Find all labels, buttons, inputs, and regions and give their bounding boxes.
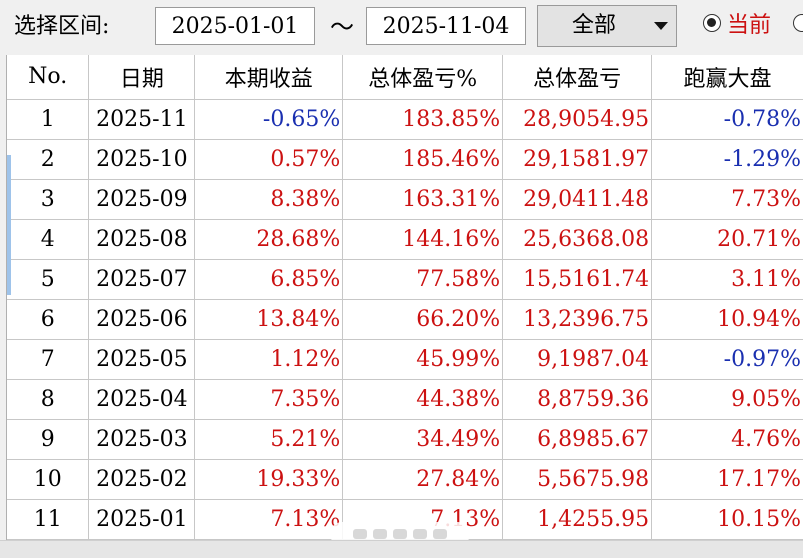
start-date-field[interactable]: 2025-01-01 — [155, 7, 315, 45]
cell-beat-market: 4.76% — [651, 419, 803, 460]
cell-total-pct: 66.20% — [342, 299, 504, 340]
cell-no: 10 — [7, 459, 90, 500]
cell-period-return: 28.68% — [194, 219, 344, 260]
cell-beat-market: 3.11% — [651, 259, 803, 300]
cell-total: 25,6368.08 — [502, 219, 653, 260]
chevron-down-icon — [654, 22, 668, 30]
cell-no: 6 — [7, 299, 90, 340]
cell-no: 1 — [7, 99, 90, 140]
col-header-date[interactable]: 日期 — [88, 55, 196, 100]
cell-date: 2025-04 — [88, 379, 196, 420]
cell-total-pct: 185.46% — [342, 139, 504, 180]
cell-total-pct: 27.84% — [342, 459, 504, 500]
cell-total: 6,8985.67 — [502, 419, 653, 460]
row-selection-strip — [7, 155, 11, 295]
cell-date: 2025-09 — [88, 179, 196, 220]
cell-no: 3 — [7, 179, 90, 220]
cell-period-return: -0.65% — [194, 99, 344, 140]
cell-period-return: 19.33% — [194, 459, 344, 500]
cell-no: 5 — [7, 259, 90, 300]
cell-date: 2025-11 — [88, 99, 196, 140]
cell-date: 2025-08 — [88, 219, 196, 260]
cell-date: 2025-10 — [88, 139, 196, 180]
cell-beat-market: -1.29% — [651, 139, 803, 180]
cell-date: 2025-02 — [88, 459, 196, 500]
range-separator: ～ — [330, 13, 354, 41]
cell-total: 1,4255.95 — [502, 499, 653, 540]
col-header-beat-market[interactable]: 跑赢大盘 — [651, 55, 803, 100]
cell-total-pct: 44.38% — [342, 379, 504, 420]
cell-period-return: 1.12% — [194, 339, 344, 380]
range-label: 选择区间: — [14, 14, 110, 39]
horizontal-scrollbar[interactable] — [0, 540, 803, 558]
cell-total: 9,1987.04 — [502, 339, 653, 380]
cell-period-return: 8.38% — [194, 179, 344, 220]
end-date-field[interactable]: 2025-11-04 — [366, 7, 526, 45]
cell-total: 5,5675.98 — [502, 459, 653, 500]
cell-total-pct: 144.16% — [342, 219, 504, 260]
cell-date: 2025-07 — [88, 259, 196, 300]
table-row[interactable]: 7 2025-05 1.12% 45.99% 9,1987.04 -0.97% — [7, 339, 803, 380]
cell-total-pct: 77.58% — [342, 259, 504, 300]
table-row[interactable]: 4 2025-08 28.68% 144.16% 25,6368.08 20.71% — [7, 219, 803, 260]
table-row[interactable]: 1 2025-11 -0.65% 183.85% 28,9054.95 -0.78% — [7, 99, 803, 140]
table-row[interactable]: 9 2025-03 5.21% 34.49% 6,8985.67 4.76% — [7, 419, 803, 460]
cell-total: 28,9054.95 — [502, 99, 653, 140]
cell-date: 2025-05 — [88, 339, 196, 380]
table-row[interactable]: 8 2025-04 7.35% 44.38% 8,8759.36 9.05% — [7, 379, 803, 420]
cell-period-return: 7.13% — [194, 499, 344, 540]
col-header-total[interactable]: 总体盈亏 — [502, 55, 653, 100]
cell-period-return: 7.35% — [194, 379, 344, 420]
col-header-period-return[interactable]: 本期收益 — [194, 55, 344, 100]
col-header-total-pct[interactable]: 总体盈亏% — [342, 55, 504, 100]
table-row[interactable]: 2 2025-10 0.57% 185.46% 29,1581.97 -1.29% — [7, 139, 803, 180]
cell-no: 2 — [7, 139, 90, 180]
cell-period-return: 6.85% — [194, 259, 344, 300]
cell-total: 13,2396.75 — [502, 299, 653, 340]
cell-beat-market: -0.78% — [651, 99, 803, 140]
cell-date: 2025-06 — [88, 299, 196, 340]
cell-beat-market: 10.15% — [651, 499, 803, 540]
cell-beat-market: 17.17% — [651, 459, 803, 500]
table-row[interactable]: 3 2025-09 8.38% 163.31% 29,0411.48 7.73% — [7, 179, 803, 220]
data-grid[interactable]: No. 日期 本期收益 总体盈亏% 总体盈亏 跑赢大盘 1 2025-11 -0.6… — [6, 55, 803, 540]
radio-current-label: 当前 — [727, 13, 772, 38]
cell-beat-market: 7.73% — [651, 179, 803, 220]
header-row: No. 日期 本期收益 总体盈亏% 总体盈亏 跑赢大盘 — [7, 55, 803, 100]
toolbar: 选择区间: 2025-01-01 ～ 2025-11-04 全部 当前 — [0, 0, 803, 54]
col-header-no[interactable]: No. — [7, 55, 90, 100]
cell-period-return: 0.57% — [194, 139, 344, 180]
cell-total: 29,0411.48 — [502, 179, 653, 220]
cell-period-return: 13.84% — [194, 299, 344, 340]
cell-beat-market: 20.71% — [651, 219, 803, 260]
scope-dropdown-value: 全部 — [571, 13, 616, 38]
cell-total: 15,5161.74 — [502, 259, 653, 300]
cell-period-return: 5.21% — [194, 419, 344, 460]
cell-no: 11 — [7, 499, 90, 540]
cell-total: 8,8759.36 — [502, 379, 653, 420]
cell-total: 29,1581.97 — [502, 139, 653, 180]
cell-total-pct: 45.99% — [342, 339, 504, 380]
table-row[interactable]: 5 2025-07 6.85% 77.58% 15,5161.74 3.11% — [7, 259, 803, 300]
cell-beat-market: 9.05% — [651, 379, 803, 420]
cell-no: 8 — [7, 379, 90, 420]
cell-beat-market: 10.94% — [651, 299, 803, 340]
cell-no: 9 — [7, 419, 90, 460]
cell-total-pct: 34.49% — [342, 419, 504, 460]
cell-no: 7 — [7, 339, 90, 380]
table-row[interactable]: 10 2025-02 19.33% 27.84% 5,5675.98 17.17% — [7, 459, 803, 500]
cell-no: 4 — [7, 219, 90, 260]
cell-date: 2025-01 — [88, 499, 196, 540]
cell-beat-market: -0.97% — [651, 339, 803, 380]
cell-total-pct: 163.31% — [342, 179, 504, 220]
scope-dropdown[interactable]: 全部 — [537, 5, 677, 47]
cell-date: 2025-03 — [88, 419, 196, 460]
radio-other[interactable] — [793, 14, 803, 32]
results-table: No. 日期 本期收益 总体盈亏% 总体盈亏 跑赢大盘 1 2025-11 -0.6… — [7, 55, 803, 540]
radio-current[interactable] — [703, 14, 721, 32]
cell-total-pct: 183.85% — [342, 99, 504, 140]
table-row[interactable]: 6 2025-06 13.84% 66.20% 13,2396.75 10.94% — [7, 299, 803, 340]
